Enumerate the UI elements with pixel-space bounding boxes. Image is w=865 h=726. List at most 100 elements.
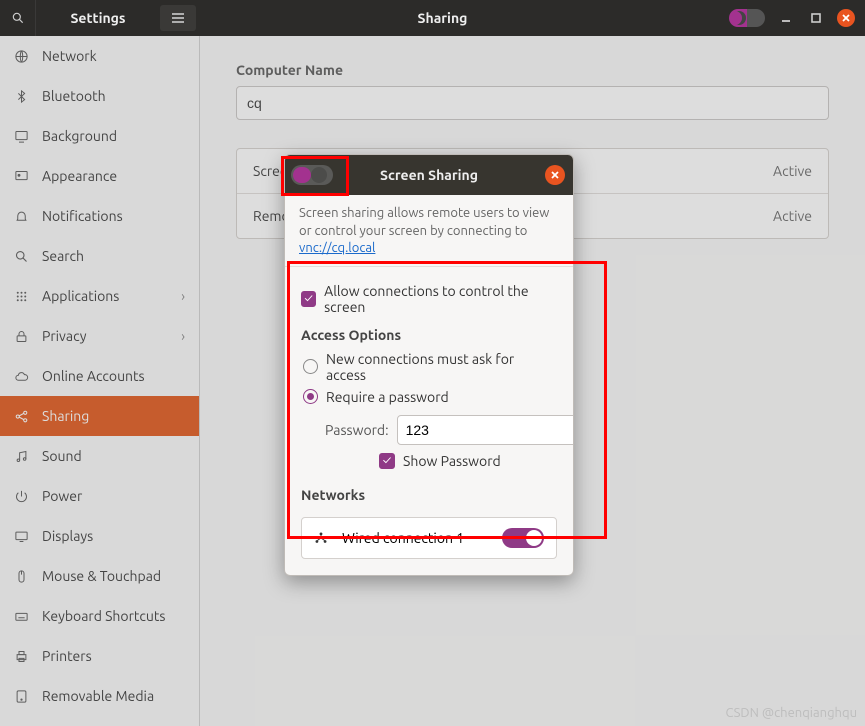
bell-icon xyxy=(14,209,30,224)
allow-control-label: Allow connections to control the screen xyxy=(324,283,557,315)
sidebar-item-bluetooth[interactable]: Bluetooth xyxy=(0,76,199,116)
disk-icon xyxy=(14,689,30,704)
sidebar-item-label: Notifications xyxy=(42,208,123,224)
sharing-master-toggle[interactable] xyxy=(729,9,765,27)
network-name: Wired connection 1 xyxy=(342,530,464,546)
chevron-right-icon: › xyxy=(181,328,185,344)
search-icon xyxy=(14,249,30,264)
sidebar-item-label: Sound xyxy=(42,448,82,464)
sidebar-item-keyboard-shortcuts[interactable]: Keyboard Shortcuts xyxy=(0,596,199,636)
radio-ask-access-row[interactable]: New connections must ask for access xyxy=(301,351,557,383)
dialog-title: Screen Sharing xyxy=(380,167,478,183)
remote-login-row-status: Active xyxy=(773,208,812,224)
maximize-icon xyxy=(811,13,821,23)
network-row: Wired connection 1 xyxy=(302,518,556,558)
sidebar-item-sharing[interactable]: Sharing xyxy=(0,396,199,436)
titlebar-right: Sharing xyxy=(200,0,865,36)
cloud-icon xyxy=(14,369,30,384)
sidebar-item-label: Bluetooth xyxy=(42,88,106,104)
sidebar-item-label: Keyboard Shortcuts xyxy=(42,608,165,624)
keyboard-icon xyxy=(14,609,30,624)
sidebar-item-notifications[interactable]: Notifications xyxy=(0,196,199,236)
dialog-body: ✓ Allow connections to control the scree… xyxy=(285,267,573,575)
brush-icon xyxy=(14,169,30,184)
dialog-close-button[interactable] xyxy=(545,165,565,185)
window-title: Sharing xyxy=(418,10,468,26)
grid-icon xyxy=(14,289,30,304)
titlebar-left: Settings xyxy=(0,0,200,36)
window-controls xyxy=(729,9,855,27)
radio-require-password-row[interactable]: Require a password xyxy=(301,389,557,405)
sidebar-item-label: Printers xyxy=(42,648,92,664)
sidebar-item-online-accounts[interactable]: Online Accounts xyxy=(0,356,199,396)
radio-ask-access[interactable] xyxy=(303,359,318,374)
chevron-right-icon: › xyxy=(181,288,185,304)
show-password-checkbox[interactable]: ✓ xyxy=(379,453,395,469)
sidebar-item-label: Appearance xyxy=(42,168,117,184)
sidebar-item-label: Sharing xyxy=(42,408,89,424)
sidebar-item-search[interactable]: Search xyxy=(0,236,199,276)
sidebar-item-mouse-touchpad[interactable]: Mouse & Touchpad xyxy=(0,556,199,596)
sidebar-item-network[interactable]: Network xyxy=(0,36,199,76)
lock-icon xyxy=(14,329,30,344)
sidebar-item-label: Applications xyxy=(42,288,119,304)
bluetooth-icon xyxy=(14,89,30,104)
sidebar-item-power[interactable]: Power xyxy=(0,476,199,516)
titlebar: Settings Sharing xyxy=(0,0,865,36)
watermark: CSDN @chenqianghqu xyxy=(726,706,858,720)
show-password-row[interactable]: ✓ Show Password xyxy=(379,453,557,469)
hamburger-menu-button[interactable] xyxy=(160,5,196,31)
desktop-icon xyxy=(14,129,30,144)
networks-list: Wired connection 1 xyxy=(301,517,557,559)
sidebar-item-removable-media[interactable]: Removable Media xyxy=(0,676,199,716)
sidebar-item-privacy[interactable]: Privacy › xyxy=(0,316,199,356)
sidebar-item-displays[interactable]: Displays xyxy=(0,516,199,556)
sidebar-item-applications[interactable]: Applications › xyxy=(0,276,199,316)
password-row: Password: xyxy=(325,415,557,445)
share-icon xyxy=(14,409,30,424)
note-icon xyxy=(14,449,30,464)
radio-require-password[interactable] xyxy=(303,389,318,404)
sidebar-item-appearance[interactable]: Appearance xyxy=(0,156,199,196)
close-button[interactable] xyxy=(837,9,855,27)
search-icon xyxy=(11,11,25,25)
wired-network-icon xyxy=(314,531,332,545)
power-icon xyxy=(14,489,30,504)
dialog-header: Screen Sharing xyxy=(285,155,573,195)
sidebar-item-sound[interactable]: Sound xyxy=(0,436,199,476)
allow-control-checkbox[interactable]: ✓ xyxy=(301,291,316,307)
header-search-button[interactable] xyxy=(0,0,36,36)
sidebar-item-printers[interactable]: Printers xyxy=(0,636,199,676)
sidebar-item-label: Online Accounts xyxy=(42,368,145,384)
allow-control-checkbox-row[interactable]: ✓ Allow connections to control the scree… xyxy=(301,283,557,315)
close-icon xyxy=(551,171,559,179)
access-options-heading: Access Options xyxy=(301,327,557,343)
radio-ask-access-label: New connections must ask for access xyxy=(326,351,557,383)
computer-name-input[interactable] xyxy=(236,86,829,120)
sidebar-item-label: Background xyxy=(42,128,117,144)
sidebar-item-label: Power xyxy=(42,488,82,504)
screen-sharing-toggle[interactable] xyxy=(291,165,333,185)
sidebar-item-label: Removable Media xyxy=(42,688,154,704)
sidebar-item-label: Network xyxy=(42,48,97,64)
minimize-button[interactable] xyxy=(777,9,795,27)
globe-icon xyxy=(14,49,30,64)
menu-icon xyxy=(171,12,185,24)
password-input[interactable] xyxy=(397,415,574,445)
sidebar-item-label: Mouse & Touchpad xyxy=(42,568,161,584)
mouse-icon xyxy=(14,569,30,584)
screen-sharing-dialog: Screen Sharing Screen sharing allows rem… xyxy=(284,154,574,576)
password-label: Password: xyxy=(325,422,389,438)
sidebar-item-label: Privacy xyxy=(42,328,86,344)
dialog-description: Screen sharing allows remote users to vi… xyxy=(285,195,573,267)
sidebar-item-label: Displays xyxy=(42,528,93,544)
settings-sidebar: Network Bluetooth Background Appearance Noti… xyxy=(0,36,200,726)
radio-require-password-label: Require a password xyxy=(326,389,449,405)
minimize-icon xyxy=(781,13,791,23)
sidebar-item-background[interactable]: Background xyxy=(0,116,199,156)
network-toggle[interactable] xyxy=(502,528,544,548)
maximize-button[interactable] xyxy=(807,9,825,27)
close-icon xyxy=(841,13,851,23)
vnc-link[interactable]: vnc://cq.local xyxy=(299,241,375,255)
show-password-label: Show Password xyxy=(403,453,501,469)
